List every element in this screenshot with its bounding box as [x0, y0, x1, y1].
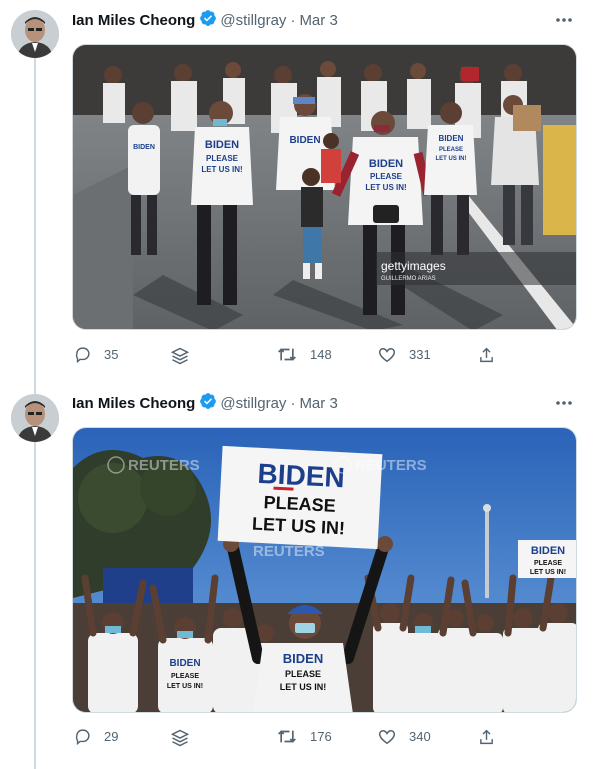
- share-button[interactable]: [478, 728, 495, 746]
- sign-biden: BIDEN: [257, 458, 346, 494]
- tweet-1[interactable]: Ian Miles Cheong @stillgray · Mar 3 BIDE…: [0, 0, 595, 385]
- more-options-icon[interactable]: [553, 10, 575, 30]
- tweet-photo[interactable]: BIDEN PLEASE LET US IN! BIDEN PLEASE LET…: [72, 427, 577, 713]
- shirt-print-biden-3: BIDEN: [369, 158, 403, 170]
- tweet-date[interactable]: Mar 3: [299, 395, 337, 412]
- more-options-icon[interactable]: [553, 393, 575, 413]
- shirt-print-biden-5: BIDEN: [133, 144, 155, 151]
- like-count: 331: [409, 347, 431, 362]
- share-icon: [480, 729, 493, 745]
- stack-button[interactable]: [170, 728, 190, 748]
- shirt-print-please-2: PLEASE: [171, 673, 199, 680]
- display-name[interactable]: Ian Miles Cheong: [72, 12, 195, 29]
- share-button[interactable]: [478, 346, 495, 364]
- sign-please: PLEASE: [263, 492, 336, 516]
- tweet-date[interactable]: Mar 3: [299, 12, 337, 29]
- tweet-actions: 29 176 340: [72, 728, 502, 748]
- getty-photographer: GUILLERMO ARIAS: [381, 276, 436, 282]
- shirt-print-let-us-in: LET US IN!: [280, 682, 327, 692]
- retweet-count: 176: [310, 729, 332, 744]
- shirt-print-biden-2: BIDEN: [169, 658, 200, 669]
- shirt-print-let-us-in: LET US IN!: [201, 165, 242, 174]
- retweet-button[interactable]: 148: [277, 346, 332, 363]
- separator-dot: ·: [290, 394, 296, 412]
- stack-icon: [170, 347, 190, 365]
- display-name[interactable]: Ian Miles Cheong: [72, 395, 195, 412]
- reply-icon: [75, 729, 90, 745]
- getty-brand: gettyimages: [381, 259, 446, 273]
- tweet-header: Ian Miles Cheong @stillgray · Mar 3: [72, 10, 338, 30]
- avatar[interactable]: [11, 10, 59, 58]
- watermark-right: REUTERS: [355, 457, 427, 474]
- small-sign-let-us-in: LET US IN!: [530, 569, 566, 576]
- user-handle[interactable]: @stillgray: [220, 12, 286, 29]
- shirt-print-biden-4: BIDEN: [439, 134, 464, 143]
- small-sign-please: PLEASE: [534, 560, 562, 567]
- retweet-icon: [278, 730, 296, 743]
- watermark-left: REUTERS: [128, 457, 200, 474]
- tweet-actions: 35 148 331: [72, 346, 502, 366]
- tweet-header: Ian Miles Cheong @stillgray · Mar 3: [72, 393, 338, 413]
- reply-button[interactable]: 29: [74, 728, 118, 745]
- heart-icon: [378, 729, 396, 745]
- reply-count: 35: [104, 347, 119, 362]
- shirt-print-let-us-in-3: LET US IN!: [365, 183, 406, 192]
- shirt-print-let-us-in-4: LET US IN!: [436, 156, 467, 162]
- photo-migrants-rally: BIDEN PLEASE LET US IN! BIDEN PLEASE LET…: [73, 428, 576, 712]
- verified-badge-icon: [199, 9, 217, 31]
- stack-icon: [170, 729, 190, 747]
- tweet-photo[interactable]: BIDEN PLEASE LET US IN! BIDEN BIDEN PLEA…: [72, 44, 577, 330]
- retweet-button[interactable]: 176: [277, 728, 332, 745]
- reply-icon: [75, 347, 90, 363]
- tweet-2[interactable]: Ian Miles Cheong @stillgray · Mar 3 BIDE…: [0, 385, 595, 769]
- shirt-print-please-4: PLEASE: [439, 147, 463, 153]
- shirt-print-please: PLEASE: [285, 669, 321, 679]
- verified-badge-icon: [199, 392, 217, 414]
- watermark-center: REUTERS: [253, 543, 325, 560]
- retweet-count: 148: [310, 347, 332, 362]
- shirt-print-please: PLEASE: [206, 154, 239, 163]
- shirt-print-please-3: PLEASE: [370, 172, 403, 181]
- avatar[interactable]: [11, 394, 59, 442]
- user-handle[interactable]: @stillgray: [220, 395, 286, 412]
- shirt-print-biden: BIDEN: [283, 651, 323, 666]
- reply-button[interactable]: 35: [74, 346, 118, 363]
- reply-count: 29: [104, 729, 119, 744]
- shirt-print-biden-2: BIDEN: [289, 135, 320, 146]
- retweet-icon: [278, 348, 296, 361]
- small-sign-biden: BIDEN: [531, 545, 565, 557]
- like-count: 340: [409, 729, 431, 744]
- photo-migrants-march: BIDEN PLEASE LET US IN! BIDEN BIDEN PLEA…: [73, 45, 576, 329]
- stack-button[interactable]: [170, 346, 190, 366]
- like-button[interactable]: 331: [378, 346, 431, 363]
- separator-dot: ·: [290, 11, 296, 29]
- heart-icon: [378, 347, 396, 363]
- shirt-print-biden: BIDEN: [205, 139, 239, 151]
- shirt-print-let-us-in-2: LET US IN!: [167, 683, 203, 690]
- like-button[interactable]: 340: [378, 728, 431, 745]
- share-icon: [480, 347, 493, 363]
